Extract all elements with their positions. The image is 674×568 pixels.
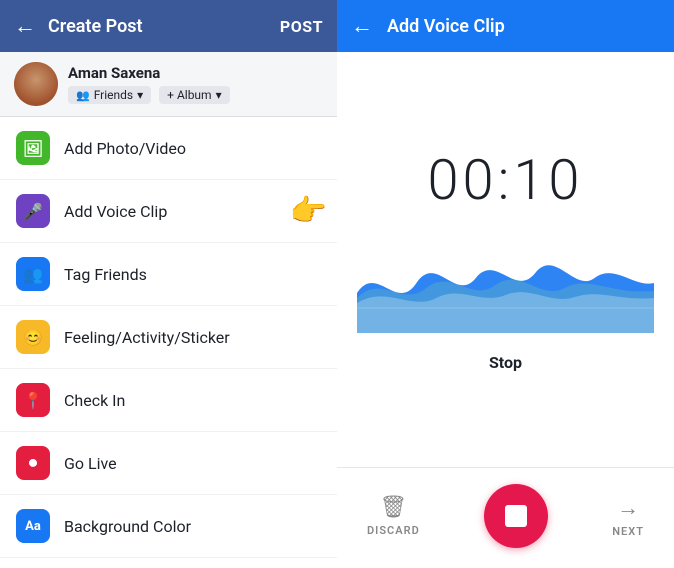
user-info: Aman Saxena 👥 Friends ▾ + Album ▾ xyxy=(68,64,230,104)
stop-label: Stop xyxy=(489,353,522,372)
voice-content: 00:10 Stop xyxy=(337,52,674,467)
menu-item-bgcolor[interactable]: Aa Background Color xyxy=(0,495,337,558)
stop-button-inner xyxy=(505,505,527,527)
create-post-panel: ← Create Post POST Aman Saxena 👥 Friends… xyxy=(0,0,337,568)
voice-footer: 🗑 DISCARD → NEXT xyxy=(337,467,674,568)
friends-button[interactable]: 👥 Friends ▾ xyxy=(68,86,151,104)
menu-item-camera[interactable]: 📷Camera xyxy=(0,558,337,568)
add-voice-clip-title: Add Voice Clip xyxy=(387,16,505,37)
discard-icon: 🗑 xyxy=(379,495,407,520)
waveform-container xyxy=(357,243,654,333)
avatar xyxy=(14,62,58,106)
hand-pointer-icon: 👉 xyxy=(290,194,327,229)
right-header: ← Add Voice Clip xyxy=(337,0,674,52)
menu-item-checkin[interactable]: 📍 Check In xyxy=(0,369,337,432)
friends-chevron-icon: ▾ xyxy=(137,88,143,102)
next-action[interactable]: → NEXT xyxy=(612,495,644,538)
add-voice-clip-panel: ← Add Voice Clip 00:10 Stop 🗑 DISCARD xyxy=(337,0,674,568)
album-label: + Album xyxy=(167,88,211,102)
bgcolor-label: Background Color xyxy=(64,517,191,536)
photo-label: Add Photo/Video xyxy=(64,139,186,158)
post-button[interactable]: POST xyxy=(280,17,323,36)
menu-list: 🖼 Add Photo/Video 🎤 Add Voice Clip 👉 👥 Tag Fri… xyxy=(0,117,337,568)
waveform-svg xyxy=(357,243,654,333)
friends-label: Friends xyxy=(94,88,133,102)
bgcolor-icon: Aa xyxy=(16,509,50,543)
menu-item-feeling[interactable]: 😊 Feeling/Activity/Sticker xyxy=(0,306,337,369)
voice-icon: 🎤 xyxy=(16,194,50,228)
timer-display: 00:10 xyxy=(427,147,583,213)
create-post-title: Create Post xyxy=(48,16,280,37)
next-label: NEXT xyxy=(612,525,644,538)
golive-label: Go Live xyxy=(64,454,117,473)
left-header: ← Create Post POST xyxy=(0,0,337,52)
golive-icon: ⏺ xyxy=(16,446,50,480)
stop-button[interactable] xyxy=(484,484,548,548)
user-controls: 👥 Friends ▾ + Album ▾ xyxy=(68,86,230,104)
menu-item-golive[interactable]: ⏺ Go Live xyxy=(0,432,337,495)
feeling-label: Feeling/Activity/Sticker xyxy=(64,328,230,347)
album-chevron-icon: ▾ xyxy=(216,88,222,102)
checkin-icon: 📍 xyxy=(16,383,50,417)
album-button[interactable]: + Album ▾ xyxy=(159,86,229,104)
user-row: Aman Saxena 👥 Friends ▾ + Album ▾ xyxy=(0,52,337,117)
voice-label: Add Voice Clip xyxy=(64,202,167,221)
friends-icon: 👥 xyxy=(76,89,90,102)
feeling-icon: 😊 xyxy=(16,320,50,354)
discard-label: DISCARD xyxy=(367,524,420,537)
discard-action[interactable]: 🗑 DISCARD xyxy=(367,495,420,537)
tag-label: Tag Friends xyxy=(64,265,147,284)
back-arrow-icon[interactable]: ← xyxy=(14,13,36,39)
menu-item-tag[interactable]: 👥 Tag Friends xyxy=(0,243,337,306)
menu-item-voice[interactable]: 🎤 Add Voice Clip 👉 xyxy=(0,180,337,243)
user-name: Aman Saxena xyxy=(68,64,230,82)
right-back-arrow-icon[interactable]: ← xyxy=(351,13,373,39)
menu-item-photo[interactable]: 🖼 Add Photo/Video xyxy=(0,117,337,180)
photo-icon: 🖼 xyxy=(16,131,50,165)
next-icon: → xyxy=(617,495,639,521)
tag-icon: 👥 xyxy=(16,257,50,291)
checkin-label: Check In xyxy=(64,391,125,410)
